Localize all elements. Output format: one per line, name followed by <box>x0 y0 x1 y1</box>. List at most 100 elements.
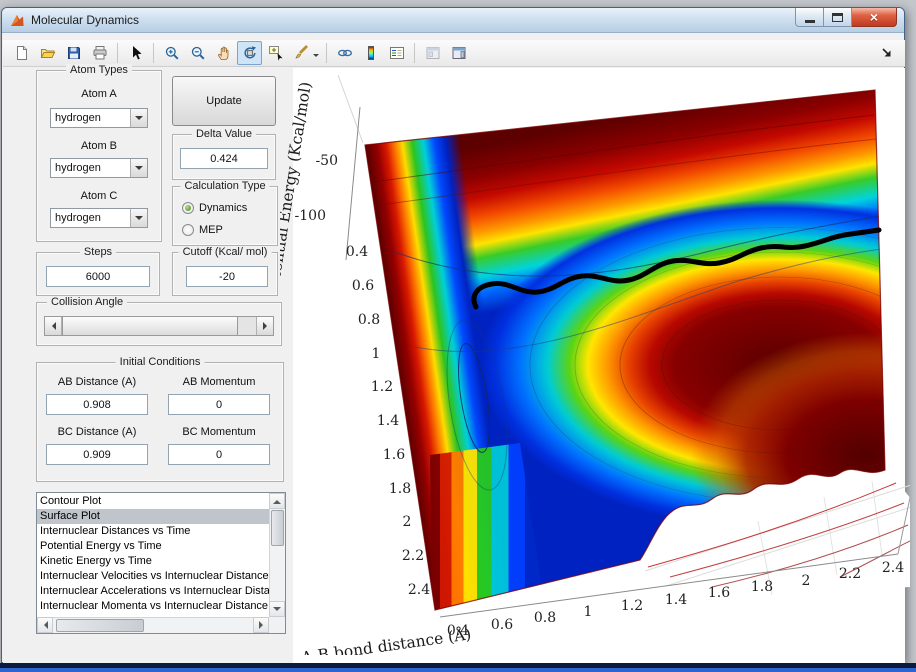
y-tick: 1 <box>372 346 381 362</box>
calculation-type-panel: Calculation Type <box>172 186 278 246</box>
zoom-out-icon <box>190 45 206 61</box>
radio-mep-icon[interactable] <box>182 224 194 236</box>
ab-momentum-input[interactable] <box>168 394 270 415</box>
chevron-down-icon[interactable] <box>130 109 147 127</box>
chevron-down-icon[interactable] <box>130 159 147 177</box>
collision-angle-title: Collision Angle <box>47 296 127 308</box>
y-tick: 1.4 <box>377 413 399 429</box>
tool-print-figure[interactable] <box>87 41 112 65</box>
bc-distance-input[interactable] <box>46 444 148 465</box>
toolbar-separator <box>117 43 118 63</box>
window-controls: × <box>795 8 897 27</box>
maximize-button[interactable] <box>824 8 852 27</box>
matlab-app-icon <box>10 13 25 27</box>
initial-conditions-title: Initial Conditions <box>116 356 205 368</box>
cutoff-input[interactable] <box>186 266 268 287</box>
delta-value-title: Delta Value <box>192 128 256 140</box>
y-tick: 2 <box>403 514 412 530</box>
pointer-icon <box>128 45 144 61</box>
radio-mep[interactable]: MEP <box>182 224 223 236</box>
close-button[interactable]: × <box>852 8 897 27</box>
plot-list-item[interactable]: Surface Plot <box>37 509 269 524</box>
z-tick: -50 <box>315 153 338 169</box>
tool-edit-plot[interactable] <box>123 41 148 65</box>
x-tick: 2.2 <box>839 566 861 582</box>
minimize-button[interactable] <box>795 8 824 27</box>
radio-dynamics-icon[interactable] <box>182 202 194 214</box>
horizontal-scrollbar[interactable] <box>37 617 269 633</box>
atom-a-value: hydrogen <box>51 109 130 127</box>
plot-list-item[interactable]: Internuclear Velocities vs Internuclear … <box>37 569 269 584</box>
left-arrow-icon <box>48 322 56 330</box>
x-tick: 1.4 <box>665 592 687 608</box>
printer-icon <box>92 45 108 61</box>
tool-open-file[interactable] <box>35 41 60 65</box>
close-icon: × <box>870 10 878 24</box>
tool-new-file[interactable] <box>9 41 34 65</box>
scroll-right-button[interactable] <box>253 617 269 633</box>
y-tick: 0.8 <box>358 312 380 328</box>
surface-plot-axes[interactable]: 0.4 0.6 0.8 1 1.2 1.4 1.6 1.8 2 2.2 2.4 … <box>280 55 910 655</box>
toolbar-separator <box>153 43 154 63</box>
plot-type-listbox[interactable]: Contour Plot Surface Plot Internuclear D… <box>36 492 286 634</box>
plot-list-item[interactable]: Kinetic Energy vs Time <box>37 554 269 569</box>
plot-list-item[interactable]: Internuclear Accelerations vs Internucle… <box>37 584 269 599</box>
atom-b-label: Atom B <box>36 140 162 152</box>
radio-dynamics[interactable]: Dynamics <box>182 202 247 214</box>
update-button[interactable]: Update <box>172 76 276 126</box>
bc-momentum-input[interactable] <box>168 444 270 465</box>
z-tick: -100 <box>295 208 326 224</box>
horizontal-scroll-thumb[interactable] <box>56 619 144 632</box>
x-tick: 1.2 <box>621 598 643 614</box>
slider-track[interactable] <box>238 317 256 335</box>
y-tick: 0.6 <box>352 278 374 294</box>
tool-pan[interactable] <box>211 41 236 65</box>
atom-c-select[interactable]: hydrogen <box>50 208 148 228</box>
x-tick: 1 <box>584 604 593 620</box>
radio-mep-label: MEP <box>199 224 223 236</box>
desktop: Molecular Dynamics × <box>0 0 916 672</box>
bc-momentum-label: BC Momentum <box>168 426 270 438</box>
open-folder-icon <box>40 45 56 61</box>
plot-list-item[interactable]: Internuclear Distances vs Time <box>37 524 269 539</box>
slider-right-arrow[interactable] <box>256 317 273 335</box>
zoom-in-icon <box>164 45 180 61</box>
y-tick: 1.2 <box>371 379 393 395</box>
atom-b-value: hydrogen <box>51 159 130 177</box>
new-file-icon <box>14 45 30 61</box>
atom-c-value: hydrogen <box>51 209 130 227</box>
steps-input[interactable] <box>46 266 150 287</box>
calculation-type-title: Calculation Type <box>180 180 269 192</box>
tool-zoom-out[interactable] <box>185 41 210 65</box>
atom-a-select[interactable]: hydrogen <box>50 108 148 128</box>
title-bar[interactable]: Molecular Dynamics <box>2 8 904 33</box>
atom-a-label: Atom A <box>36 88 162 100</box>
right-arrow-icon <box>259 621 267 629</box>
plot-list-item[interactable]: Contour Plot <box>37 494 269 509</box>
tool-rotate-3d[interactable] <box>237 41 262 65</box>
ab-distance-label: AB Distance (A) <box>46 376 148 388</box>
slider-left-arrow <box>45 317 62 335</box>
tool-save-figure[interactable] <box>61 41 86 65</box>
scroll-left-button[interactable] <box>37 617 53 633</box>
hand-pan-icon <box>216 45 232 61</box>
window-title: Molecular Dynamics <box>31 13 139 27</box>
maximize-icon <box>832 13 843 22</box>
y-tick: 2.2 <box>402 548 424 564</box>
ab-momentum-label: AB Momentum <box>168 376 270 388</box>
x-tick: 2 <box>802 573 811 589</box>
x-tick: 0.6 <box>491 617 513 633</box>
bc-distance-label: BC Distance (A) <box>46 426 148 438</box>
atom-types-panel-title: Atom Types <box>66 64 132 76</box>
back-wall-edge <box>338 75 363 143</box>
atom-b-select[interactable]: hydrogen <box>50 158 148 178</box>
slider-thumb[interactable] <box>62 317 238 335</box>
atom-c-label: Atom C <box>36 190 162 202</box>
plot-list-item[interactable]: Internuclear Momenta vs Internuclear Dis… <box>37 599 269 614</box>
collision-angle-slider[interactable] <box>44 316 274 336</box>
delta-value-input[interactable] <box>180 148 268 169</box>
plot-list-item[interactable]: Potential Energy vs Time <box>37 539 269 554</box>
chevron-down-icon[interactable] <box>130 209 147 227</box>
tool-zoom-in[interactable] <box>159 41 184 65</box>
ab-distance-input[interactable] <box>46 394 148 415</box>
